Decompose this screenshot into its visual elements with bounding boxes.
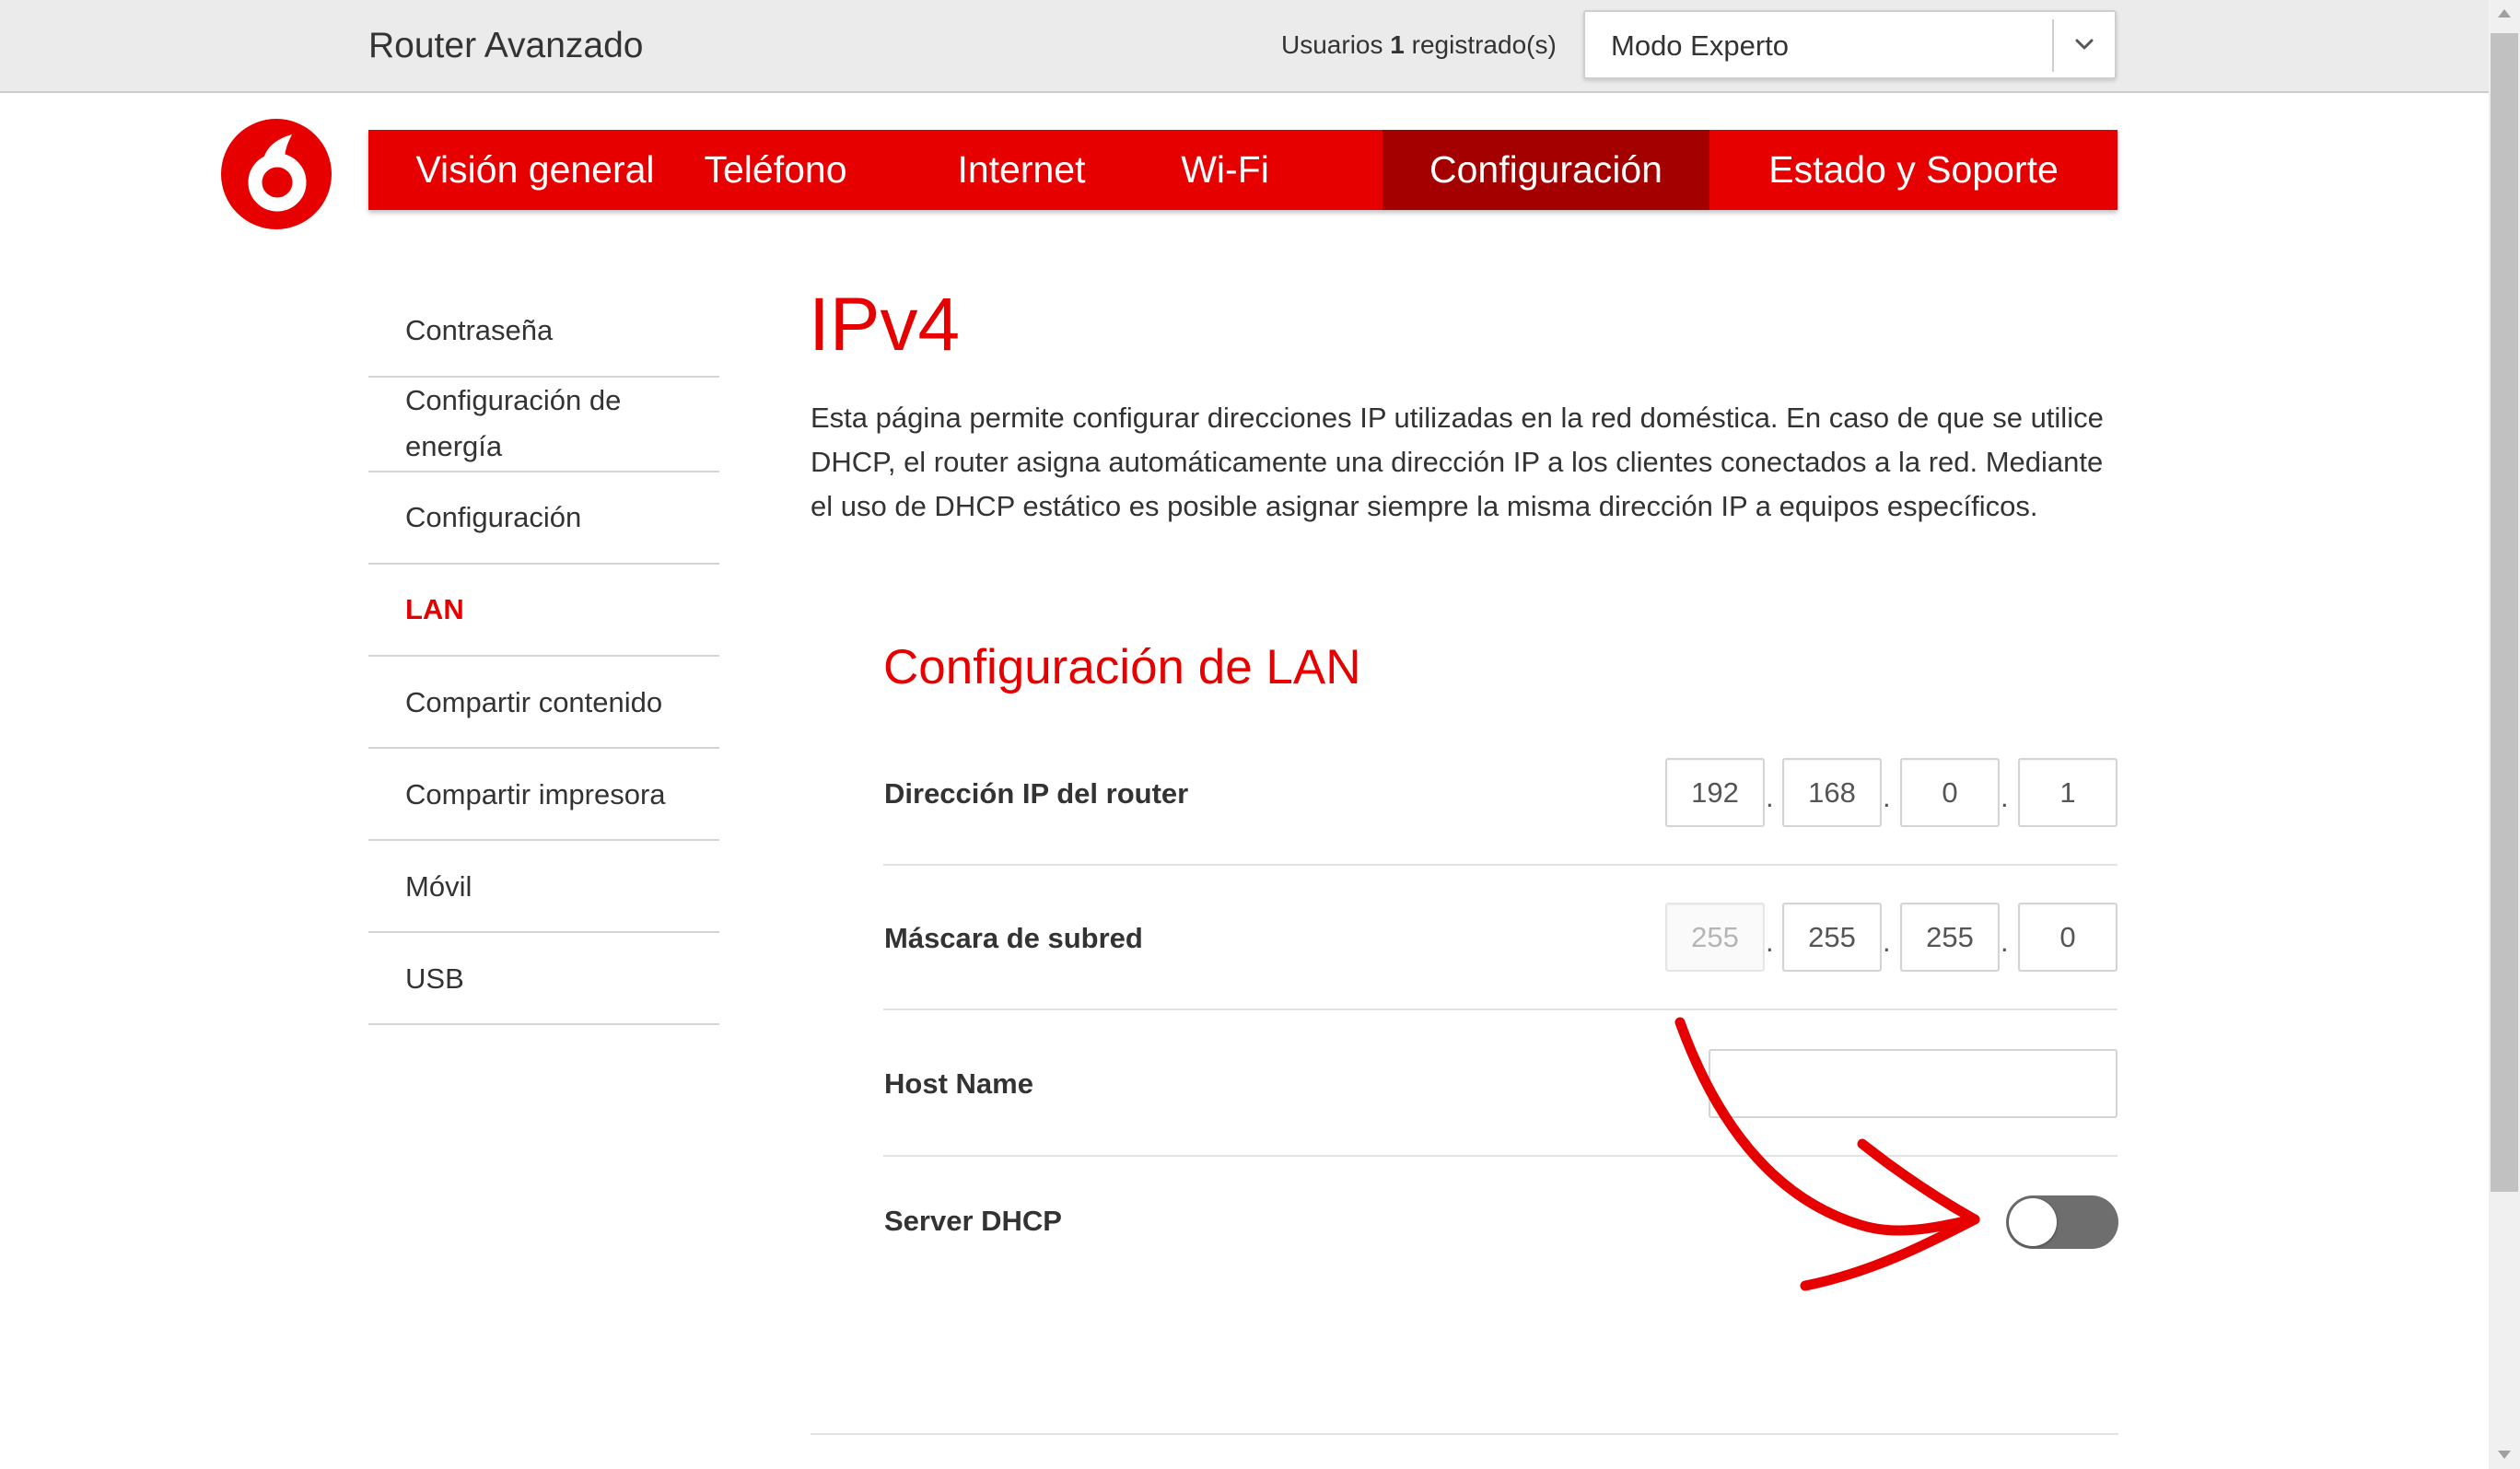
sidebar-item-label: LAN	[405, 593, 464, 625]
nav-telefono[interactable]: Teléfono	[702, 130, 849, 210]
router-ip-octet-2[interactable]: 168	[1782, 758, 1882, 827]
sidebar-item-compartir-contenido[interactable]: Compartir contenido	[368, 657, 719, 749]
scroll-down-arrow-icon[interactable]	[2496, 1446, 2513, 1463]
sidebar-item-configuracion-energia[interactable]: Configuración de energía	[368, 378, 719, 472]
nav-vision-general[interactable]: Visión general	[368, 130, 702, 210]
ip-dot: .	[1766, 926, 1774, 958]
subnet-mask-label: Máscara de subred	[884, 922, 1143, 954]
subnet-mask-octet-3[interactable]: 255	[1900, 903, 2000, 972]
sidebar-item-label: Contraseña	[405, 314, 554, 346]
users-status: Usuarios 1 registrado(s)	[1281, 30, 1557, 60]
sidebar-item-label: Compartir contenido	[405, 686, 663, 718]
main-nav: Visión general Teléfono Internet Wi-Fi C…	[368, 130, 2118, 210]
router-ip-label: Dirección IP del router	[884, 777, 1189, 810]
ip-dot: .	[2001, 926, 2009, 958]
subnet-mask-octet-1: 255	[1665, 903, 1765, 972]
users-count: 1	[1390, 30, 1405, 59]
sidebar-item-label: Móvil	[405, 870, 472, 903]
mode-select[interactable]: Modo Experto	[1583, 10, 2117, 79]
scroll-up-arrow-icon[interactable]	[2496, 6, 2513, 22]
router-ip-octet-3[interactable]: 0	[1900, 758, 2000, 827]
ip-dot: .	[1883, 926, 1891, 958]
router-ip-octet-1[interactable]: 192	[1665, 758, 1765, 827]
sidebar-item-contrasena[interactable]: Contraseña	[368, 291, 719, 378]
toggle-knob	[2009, 1198, 2057, 1246]
chevron-down-icon[interactable]	[2071, 30, 2098, 58]
app-title: Router Avanzado	[368, 26, 644, 65]
content-bottom-divider	[811, 1433, 2118, 1435]
host-name-label: Host Name	[884, 1067, 1033, 1100]
page-title: IPv4	[809, 283, 961, 367]
sidebar-item-usb[interactable]: USB	[368, 933, 719, 1025]
row-divider	[883, 864, 2118, 866]
sidebar-item-label: Compartir impresora	[405, 778, 666, 810]
users-label: Usuarios	[1281, 30, 1383, 59]
subnet-mask-octet-2[interactable]: 255	[1782, 903, 1882, 972]
nav-internet[interactable]: Internet	[948, 130, 1095, 210]
sidebar-item-label: Configuración de energía	[405, 384, 622, 462]
mode-select-value: Modo Experto	[1611, 29, 1789, 62]
sidebar-item-label: USB	[405, 962, 464, 995]
sidebar-item-compartir-impresora[interactable]: Compartir impresora	[368, 749, 719, 841]
ip-dot: .	[1766, 781, 1774, 813]
ip-dot: .	[2001, 781, 2009, 813]
annotation-arrow-icon	[1674, 1017, 1980, 1291]
page-description: Esta página permite configurar direccion…	[811, 402, 2104, 522]
subnet-mask-octet-4[interactable]: 0	[2018, 903, 2118, 972]
sidebar-item-configuracion[interactable]: Configuración	[368, 472, 719, 565]
scrollbar-thumb[interactable]	[2491, 33, 2518, 1192]
vodafone-logo-icon[interactable]	[220, 118, 332, 230]
router-ip-octet-4[interactable]: 1	[2018, 758, 2118, 827]
top-bar: Router Avanzado Usuarios 1 registrado(s)…	[0, 0, 2489, 93]
nav-wifi[interactable]: Wi-Fi	[1151, 130, 1299, 210]
section-title: Configuración de LAN	[883, 640, 1361, 694]
sidebar-item-label: Configuración	[405, 501, 582, 533]
users-suffix: registrado(s)	[1411, 30, 1557, 59]
sidebar-item-lan[interactable]: LAN	[368, 565, 719, 657]
dhcp-server-label: Server DHCP	[884, 1205, 1062, 1237]
nav-estado-soporte[interactable]: Estado y Soporte	[1709, 130, 2118, 210]
dhcp-server-toggle[interactable]	[2006, 1195, 2118, 1249]
mode-select-divider	[2052, 19, 2054, 72]
sidebar-item-movil[interactable]: Móvil	[368, 841, 719, 933]
nav-configuracion[interactable]: Configuración	[1382, 130, 1709, 210]
ip-dot: .	[1883, 781, 1891, 813]
